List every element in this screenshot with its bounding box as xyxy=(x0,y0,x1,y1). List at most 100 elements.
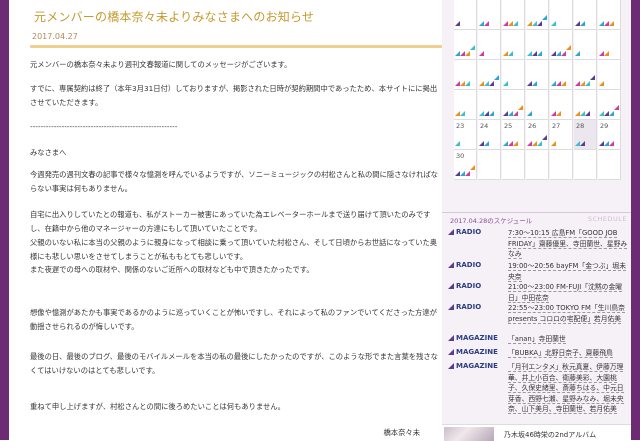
calendar-day[interactable] xyxy=(478,60,501,90)
promo-banner[interactable]: 乃木坂46時栄の2ndアルバム xyxy=(442,424,631,441)
calendar-day[interactable] xyxy=(574,90,597,120)
calendar-day[interactable] xyxy=(526,0,549,30)
calendar-day[interactable] xyxy=(502,30,525,60)
calendar-day[interactable] xyxy=(574,0,597,30)
calendar-day[interactable] xyxy=(598,30,621,60)
calendar-day[interactable] xyxy=(526,150,549,180)
calendar-day[interactable]: 27 xyxy=(550,120,573,150)
calendar-day[interactable] xyxy=(550,150,573,180)
event-marker-icon xyxy=(609,21,614,26)
calendar-day[interactable] xyxy=(454,90,477,120)
schedule-link[interactable]: 7:30〜10:15 広島FM「GOOD JOB FRIDAY」齋藤優里、寺田蘭… xyxy=(508,229,628,259)
calendar-day[interactable]: 30 xyxy=(454,150,477,180)
event-icons xyxy=(527,105,549,117)
promo-image[interactable] xyxy=(444,427,494,441)
calendar-day-number: 29 xyxy=(600,122,609,130)
calendar-day[interactable] xyxy=(598,90,621,120)
calendar-day[interactable] xyxy=(550,60,573,90)
calendar-day[interactable] xyxy=(502,150,525,180)
schedule-category: MAGAZINE xyxy=(448,334,498,342)
calendar-day[interactable] xyxy=(526,90,549,120)
calendar-day[interactable] xyxy=(574,60,597,90)
event-icons xyxy=(455,165,477,177)
schedule-text[interactable]: 「月刊エンタメ」秋元真夏、伊藤万理華、井上小百合、衛藤美彩、大園桃子、久保史緒里… xyxy=(508,362,628,415)
event-icons xyxy=(455,105,477,117)
calendar-day[interactable] xyxy=(526,30,549,60)
event-icons xyxy=(527,45,549,57)
schedule-category-label: MAGAZINE xyxy=(456,348,498,356)
schedule-link[interactable]: 21:00〜23:00 FM-FUJI「沈黙の金曜日」中田花奈 xyxy=(508,283,623,303)
event-icons xyxy=(527,15,549,27)
category-triangle-icon xyxy=(448,283,454,289)
calendar-day[interactable] xyxy=(574,150,597,180)
schedule-link[interactable]: 19:00〜20:56 bayFM「金つぶ」堀未央奈 xyxy=(508,262,626,282)
schedule-link[interactable]: 「anan」寺田蘭世 xyxy=(508,335,566,344)
calendar-day[interactable]: 29 xyxy=(598,120,621,150)
schedule-text[interactable]: 21:00〜23:00 FM-FUJI「沈黙の金曜日」中田花奈 xyxy=(508,282,628,303)
schedule-text[interactable]: 7:30〜10:15 広島FM「GOOD JOB FRIDAY」齋藤優里、寺田蘭… xyxy=(508,228,628,260)
event-marker-icon xyxy=(460,111,465,116)
event-marker-icon xyxy=(494,75,499,80)
calendar-day[interactable] xyxy=(550,30,573,60)
event-icons xyxy=(455,135,477,147)
calendar-day[interactable] xyxy=(598,60,621,90)
schedule-text[interactable]: 「anan」寺田蘭世 xyxy=(508,334,628,345)
calendar-day[interactable] xyxy=(502,60,525,90)
calendar-day[interactable]: 28 xyxy=(574,120,597,150)
calendar-day-number: 25 xyxy=(504,122,513,130)
event-icons xyxy=(503,15,525,27)
schedule-text[interactable]: 「BUBKA」北野日奈子、齋藤飛鳥 xyxy=(508,348,628,359)
schedule-link[interactable]: 「BUBKA」北野日奈子、齋藤飛鳥 xyxy=(508,349,613,358)
event-icons xyxy=(551,105,573,117)
event-icons xyxy=(575,75,597,87)
event-icons xyxy=(503,105,525,117)
calendar-day[interactable] xyxy=(454,0,477,30)
calendar-day[interactable] xyxy=(478,0,501,30)
event-marker-icon xyxy=(470,165,475,170)
paragraph: すでに、専属契約は終了（本年3月31日付）しておりますが、掲影された日時が契約期… xyxy=(30,84,438,107)
schedule-category: RADIO xyxy=(448,282,481,290)
calendar-day[interactable] xyxy=(454,60,477,90)
calendar-week xyxy=(450,90,622,120)
calendar-day[interactable] xyxy=(598,0,621,30)
calendar-day[interactable] xyxy=(550,0,573,30)
calendar-day[interactable] xyxy=(574,30,597,60)
schedule-text[interactable]: 19:00〜20:56 bayFM「金つぶ」堀未央奈 xyxy=(508,261,628,282)
event-marker-icon xyxy=(455,141,460,146)
calendar-day[interactable] xyxy=(478,90,501,120)
calendar-day[interactable] xyxy=(502,90,525,120)
calendar-day[interactable]: 25 xyxy=(502,120,525,150)
calendar-day[interactable] xyxy=(454,30,477,60)
event-icons xyxy=(503,75,525,87)
event-marker-icon xyxy=(537,141,542,146)
event-marker-icon xyxy=(580,21,585,26)
event-icons xyxy=(503,135,525,147)
schedule-date: 2017.04.28のスケジュール xyxy=(450,217,533,225)
calendar-day[interactable]: 23 xyxy=(454,120,477,150)
promo-text[interactable]: 乃木坂46時栄の2ndアルバム xyxy=(504,430,596,440)
calendar-week xyxy=(450,60,622,90)
schedule-text[interactable]: 22:55〜23:00 TOKYO FM「生川鳥奈 presents コロロの宅… xyxy=(508,303,628,324)
calendar-day[interactable] xyxy=(502,0,525,30)
calendar-day-number: 30 xyxy=(456,152,465,160)
calendar-day[interactable] xyxy=(598,150,621,180)
calendar-day[interactable]: 24 xyxy=(478,120,501,150)
calendar-day[interactable] xyxy=(478,30,501,60)
event-marker-icon xyxy=(465,81,470,86)
post-title[interactable]: 元メンバーの橋本奈々未よりみなさまへのお知らせ xyxy=(34,8,434,25)
calendar-day[interactable] xyxy=(550,90,573,120)
schedule-link[interactable]: 22:55〜23:00 TOKYO FM「生川鳥奈 presents コロロの宅… xyxy=(508,304,625,324)
calendar-day[interactable]: 26 xyxy=(526,120,549,150)
event-marker-icon xyxy=(484,21,489,26)
calendar-day[interactable] xyxy=(526,60,549,90)
schedule-link[interactable]: 「月刊エンタメ」秋元真夏、伊藤万理華、井上小百合、衛藤美彩、大園桃子、久保史緒里… xyxy=(508,363,624,414)
schedule-category-label: MAGAZINE xyxy=(456,362,498,370)
category-triangle-icon xyxy=(448,262,454,268)
paragraph: 元メンバーの橋本奈々未より週刊文春報道に関してのメッセージがございます。 xyxy=(30,60,292,69)
event-marker-icon xyxy=(566,45,571,50)
event-marker-icon xyxy=(609,111,614,116)
event-icons xyxy=(479,45,501,57)
event-icons xyxy=(503,45,525,57)
divider-line: ----------------------------------------… xyxy=(30,122,178,131)
calendar-day[interactable] xyxy=(478,150,501,180)
